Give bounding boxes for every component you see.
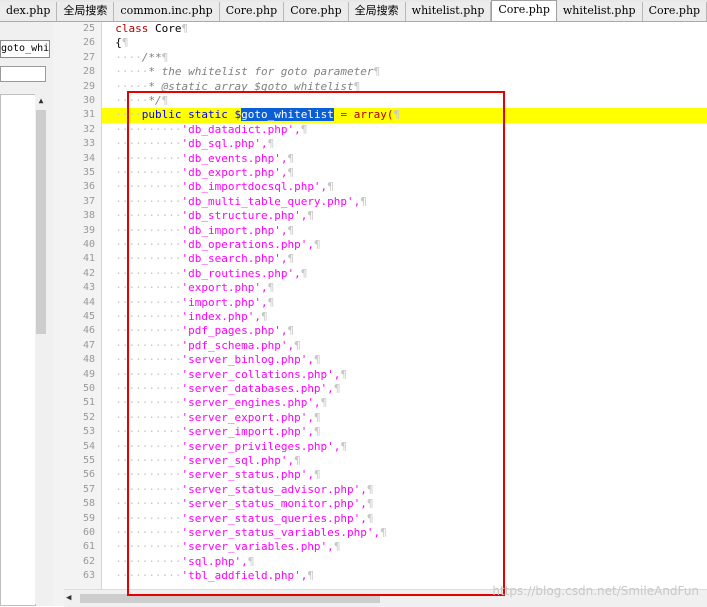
line-number: 26 [82, 37, 95, 49]
line-number: 29 [82, 80, 95, 92]
line-number: 59 [82, 512, 95, 524]
line-number: 57 [82, 483, 95, 495]
tab-7[interactable]: Core.php [491, 0, 557, 21]
line-number: 31 [82, 109, 95, 121]
line-number: 45 [82, 311, 95, 322]
line-number: 41 [82, 253, 95, 265]
line-number-gutter: 25 26 27 28 29 30 31 32 33 34 35 36 37 38 39 40 41 42 43 44… [53, 22, 102, 606]
line-number: 46 [82, 325, 95, 337]
doc-comment: * the whitelist for goto parameter [148, 65, 374, 79]
tab-1[interactable]: 全局搜索 [57, 2, 115, 21]
tab-8[interactable]: whitelist.php [556, 2, 643, 21]
line-number: 36 [82, 181, 95, 193]
line-number: 38 [82, 210, 95, 222]
line-number: 30 [82, 95, 95, 106]
line-number: 43 [82, 282, 95, 294]
scroll-thumb[interactable] [36, 110, 46, 334]
line-number: 60 [82, 527, 95, 538]
line-number: 63 [82, 570, 95, 582]
file-list[interactable] [0, 94, 36, 606]
line-number: 61 [82, 541, 95, 553]
code-line: {¶ [115, 36, 129, 50]
line-number: 62 [82, 555, 95, 567]
line-number: 52 [82, 411, 95, 423]
line-number: 47 [82, 339, 95, 351]
line-number: 27 [82, 51, 95, 63]
code-line: ·····* the whitelist for goto parameter¶ [102, 65, 381, 79]
search-field[interactable]: goto_whitel [0, 40, 50, 58]
code-line: ····/**¶ [102, 50, 169, 64]
open-brace: { [115, 36, 122, 50]
line-number: 55 [82, 455, 95, 466]
watermark: https://blog.csdn.net/SmileAndFun [492, 584, 699, 598]
tab-5[interactable]: 全局搜索 [348, 2, 406, 21]
line-number: 37 [82, 195, 95, 207]
filter-input[interactable] [0, 66, 46, 82]
annotation-box [127, 91, 505, 596]
line-number: 58 [82, 498, 95, 510]
line-number: 51 [82, 397, 95, 409]
line-number: 35 [82, 167, 95, 178]
line-number: 40 [82, 239, 95, 250]
doc-comment: /** [141, 50, 162, 64]
tab-2[interactable]: common.inc.php [114, 2, 220, 21]
line-number: 49 [82, 368, 95, 380]
line-number: 39 [82, 224, 95, 236]
line-number: 42 [82, 267, 95, 279]
line-number: 54 [82, 440, 95, 452]
scroll-left-icon[interactable]: ◀ [66, 590, 78, 607]
line-number: 32 [82, 123, 95, 135]
tab-9[interactable]: Core.php [642, 2, 707, 21]
line-number: 56 [82, 469, 95, 481]
line-number: 33 [82, 138, 95, 150]
left-panel: goto_whitel ▲ [0, 22, 54, 606]
line-number: 34 [82, 152, 95, 164]
line-number: 44 [82, 296, 95, 308]
class-keyword: class [115, 22, 149, 35]
tab-bar: dex.php 全局搜索 common.inc.php Core.php Core.ph… [0, 0, 707, 22]
tab-0[interactable]: dex.php [0, 2, 58, 21]
class-name: Core [155, 22, 182, 35]
code-line: class Core¶ [115, 22, 189, 35]
line-number: 53 [82, 426, 95, 438]
tab-6[interactable]: whitelist.php [405, 2, 492, 21]
tab-3[interactable]: Core.php [219, 2, 285, 21]
line-number: 50 [82, 383, 95, 394]
scroll-up-icon[interactable]: ▲ [35, 94, 47, 108]
tab-4[interactable]: Core.php [284, 2, 349, 21]
line-number: 25 [82, 23, 95, 34]
line-number: 28 [82, 66, 95, 78]
line-number: 48 [82, 354, 95, 366]
left-scrollbar[interactable]: ▲ [35, 94, 47, 604]
